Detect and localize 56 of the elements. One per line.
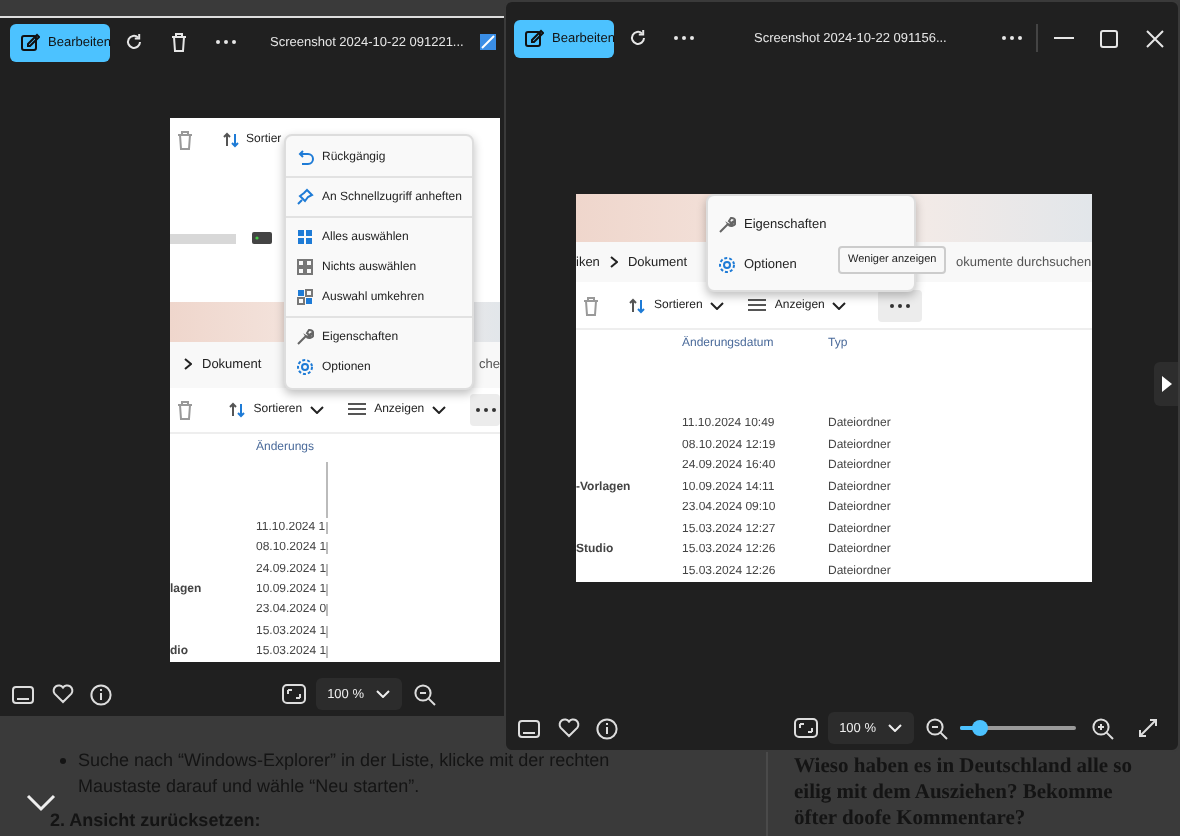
caret-icon bbox=[376, 690, 390, 698]
chevron-down-icon bbox=[832, 301, 847, 309]
app-icon bbox=[480, 34, 496, 50]
fit-screen-icon bbox=[281, 684, 306, 704]
info-icon bbox=[596, 717, 618, 739]
caret-icon bbox=[888, 724, 902, 732]
view-icon bbox=[348, 402, 367, 417]
rotate-icon bbox=[627, 28, 647, 48]
zoom-in-icon bbox=[1092, 717, 1114, 739]
wrench-icon bbox=[296, 328, 314, 346]
drive-icon bbox=[252, 231, 272, 244]
rotate-icon bbox=[123, 32, 143, 52]
more-icon bbox=[888, 301, 913, 309]
triangle-right-icon bbox=[1161, 376, 1171, 392]
fit-screen-icon bbox=[793, 718, 818, 738]
chevron-down-icon bbox=[26, 794, 56, 812]
trash-icon bbox=[176, 399, 194, 420]
more-icon bbox=[671, 34, 695, 42]
grid-icon bbox=[296, 288, 314, 306]
zoom-out-icon bbox=[926, 717, 948, 739]
pin-icon bbox=[296, 188, 314, 206]
zoom-out-icon bbox=[414, 683, 436, 705]
bullet-dot bbox=[60, 758, 66, 764]
maximize-icon bbox=[1100, 29, 1118, 47]
edit-icon bbox=[524, 28, 544, 48]
chevron-down-icon bbox=[432, 405, 447, 414]
filmstrip-icon bbox=[518, 719, 540, 737]
view-icon bbox=[748, 298, 767, 312]
fullscreen-icon bbox=[1138, 718, 1158, 738]
undo-icon bbox=[296, 148, 314, 166]
more-icon bbox=[999, 34, 1023, 42]
grid-icon bbox=[296, 258, 314, 276]
sort-icon bbox=[222, 131, 240, 148]
close-icon bbox=[1146, 29, 1164, 47]
chevron-right-icon bbox=[184, 358, 192, 371]
heart-icon bbox=[558, 718, 580, 738]
chevron-right-icon bbox=[609, 256, 618, 268]
trash-icon bbox=[176, 129, 194, 150]
chevron-down-icon bbox=[310, 405, 325, 414]
sort-icon bbox=[227, 401, 246, 418]
info-icon bbox=[90, 683, 112, 705]
heart-icon bbox=[52, 684, 74, 704]
more-icon bbox=[213, 38, 237, 46]
chevron-down-icon bbox=[710, 301, 725, 309]
next-button[interactable] bbox=[1154, 362, 1178, 406]
trash-icon bbox=[582, 295, 600, 315]
grid-icon bbox=[296, 228, 314, 246]
wrench-icon bbox=[718, 215, 736, 233]
sort-icon bbox=[628, 297, 646, 313]
trash-icon bbox=[170, 32, 188, 52]
edit-icon bbox=[20, 32, 40, 52]
minimize-icon bbox=[1053, 36, 1073, 40]
filmstrip-icon bbox=[12, 685, 34, 703]
more-icon bbox=[473, 405, 498, 414]
gear-icon bbox=[718, 255, 736, 273]
gear-icon bbox=[296, 358, 314, 376]
